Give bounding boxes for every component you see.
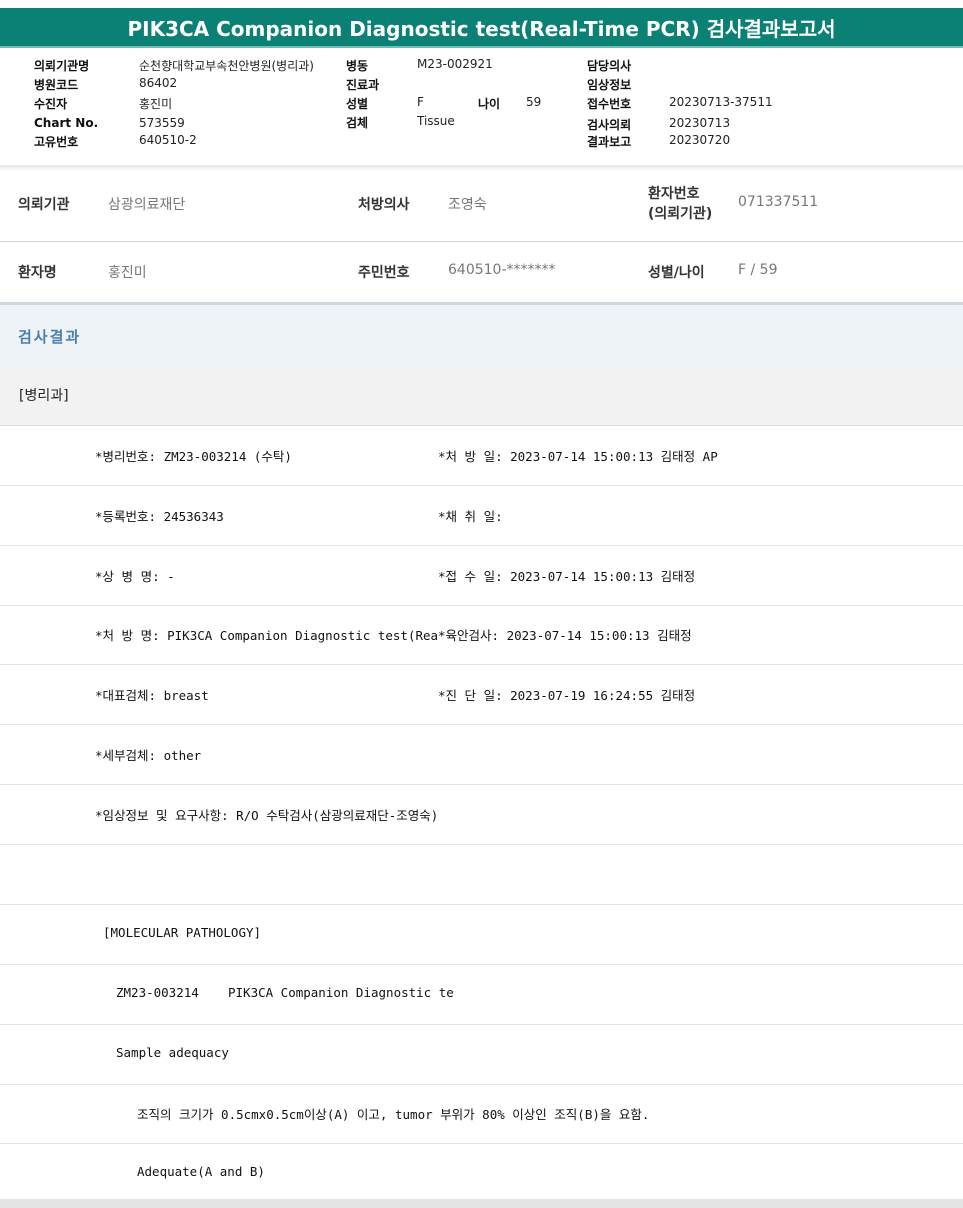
specimen-value: Tissue <box>417 114 455 128</box>
result-row: *등록번호: 24536343 *채 취 일: <box>0 486 963 546</box>
chart-no-label: Chart No. <box>34 116 99 130</box>
hospital-name-value: 순천향대학교부속천안병원(병리과) <box>139 59 314 73</box>
prescription-name: *처 방 명: PIK3CA Companion Diagnostic test… <box>95 628 439 643</box>
receipt-date: *접 수 일: 2023-07-14 15:00:13 김태정 <box>438 569 696 584</box>
unique-id-label: 고유번호 <box>34 135 79 149</box>
test-name: PIK3CA Companion Diagnostic te <box>228 985 454 1000</box>
request-date-label: 검사의뢰 <box>587 118 632 132</box>
department-heading-bar: [병리과] <box>0 366 963 426</box>
section-title: 검사결과 <box>18 328 82 346</box>
gross-exam-date: *육안검사: 2023-07-14 15:00:13 김태정 <box>438 628 692 643</box>
section-title-bar: 검사결과 <box>0 303 963 368</box>
department-label: 진료과 <box>346 78 380 92</box>
sex-value: F <box>417 95 424 109</box>
sex-age-label: 성별/나이 <box>648 265 705 281</box>
ward-value: M23-002921 <box>417 57 493 71</box>
detailed-specimen: *세부검체: other <box>95 748 202 763</box>
registration-number: *등록번호: 24536343 <box>95 509 224 524</box>
prescribing-doctor-label: 처방의사 <box>358 197 410 213</box>
resident-number-value: 640510-******* <box>448 262 556 278</box>
receipt-no-label: 접수번호 <box>587 97 632 111</box>
case-id: ZM23-003214 <box>116 985 199 1000</box>
result-row: *상 병 명: - *접 수 일: 2023-07-14 15:00:13 김태… <box>0 546 963 606</box>
result-row: *대표검체: breast *진 단 일: 2023-07-19 16:24:5… <box>0 665 963 725</box>
sex-label: 성별 <box>346 97 369 111</box>
request-info-row-2: 환자명 홍진미 주민번호 640510-******* 성별/나이 F / 59 <box>0 242 963 303</box>
requesting-institution-label: 의뢰기관 <box>18 197 70 213</box>
result-row: *처 방 명: PIK3CA Companion Diagnostic test… <box>0 605 963 665</box>
result-row: Sample adequacy <box>0 1025 963 1085</box>
result-row: 조직의 크기가 0.5cmx0.5cm이상(A) 이고, tumor 부위가 8… <box>0 1084 963 1144</box>
hospital-code-label: 병원코드 <box>34 78 79 92</box>
unique-id-value: 640510-2 <box>139 133 197 147</box>
request-info-row-1: 의뢰기관 삼광의료재단 처방의사 조영숙 환자번호 (의뢰기관) 0713375… <box>0 170 963 242</box>
clinical-info-label: 임상정보 <box>587 78 632 92</box>
result-row: *병리번호: ZM23-003214 (수탁) *처 방 일: 2023-07-… <box>0 426 963 486</box>
prescribing-doctor-value: 조영숙 <box>448 197 487 213</box>
pathology-number: *병리번호: ZM23-003214 (수탁) <box>95 449 292 464</box>
molecular-heading: [MOLECULAR PATHOLOGY] <box>103 925 262 940</box>
age-value: 59 <box>526 95 542 109</box>
result-row: [MOLECULAR PATHOLOGY] <box>0 905 963 965</box>
age-label: 나이 <box>478 97 501 111</box>
patient-number-label: 환자번호 (의뢰기관) <box>648 186 713 222</box>
sex-age-value: F / 59 <box>738 262 778 278</box>
sample-adequacy-label: Sample adequacy <box>116 1045 229 1060</box>
diagnosis-name: *상 병 명: - <box>95 569 175 584</box>
result-row <box>0 845 963 905</box>
report-title: PIK3CA Companion Diagnostic test(Real-Ti… <box>0 8 963 48</box>
request-date-value: 20230713 <box>669 116 731 130</box>
specimen-label: 검체 <box>346 116 369 130</box>
report-date-value: 20230720 <box>669 133 731 147</box>
report-date-label: 결과보고 <box>587 135 632 149</box>
representative-specimen: *대표검체: breast <box>95 688 209 703</box>
patient-label: 수진자 <box>34 97 68 111</box>
bottom-divider <box>0 1199 963 1208</box>
result-row: ZM23-003214 PIK3CA Companion Diagnostic … <box>0 965 963 1025</box>
hospital-name-label: 의뢰기관명 <box>34 59 90 73</box>
patient-name-label: 환자명 <box>18 265 57 281</box>
clinical-request: *임상정보 및 요구사항: R/O 수탁검사(삼광의료재단-조영숙) <box>95 808 439 823</box>
prescription-date: *처 방 일: 2023-07-14 15:00:13 김태정 AP <box>438 449 718 464</box>
department-heading: [병리과] <box>19 388 69 404</box>
result-row: *세부검체: other <box>0 725 963 785</box>
patient-value: 홍진미 <box>139 97 173 111</box>
doctor-label: 담당의사 <box>587 59 632 73</box>
collection-date: *채 취 일: <box>438 509 503 524</box>
patient-name-value: 홍진미 <box>108 265 147 281</box>
diagnosis-date: *진 단 일: 2023-07-19 16:24:55 김태정 <box>438 688 696 703</box>
adequacy-criteria: 조직의 크기가 0.5cmx0.5cm이상(A) 이고, tumor 부위가 8… <box>137 1107 650 1122</box>
adequacy-result: Adequate(A and B) <box>137 1164 265 1179</box>
patient-number-value: 071337511 <box>738 194 819 210</box>
result-row: Adequate(A and B) <box>0 1144 963 1199</box>
requesting-institution-value: 삼광의료재단 <box>108 197 186 213</box>
result-row: *임상정보 및 요구사항: R/O 수탁검사(삼광의료재단-조영숙) <box>0 785 963 845</box>
header-info-table: 의뢰기관명 순천향대학교부속천안병원(병리과) 병원코드 86402 수진자 홍… <box>0 52 963 166</box>
hospital-code-value: 86402 <box>139 76 178 90</box>
chart-no-value: 573559 <box>139 116 185 130</box>
resident-number-label: 주민번호 <box>358 265 410 281</box>
receipt-no-value: 20230713-37511 <box>669 95 773 109</box>
ward-label: 병동 <box>346 59 369 73</box>
